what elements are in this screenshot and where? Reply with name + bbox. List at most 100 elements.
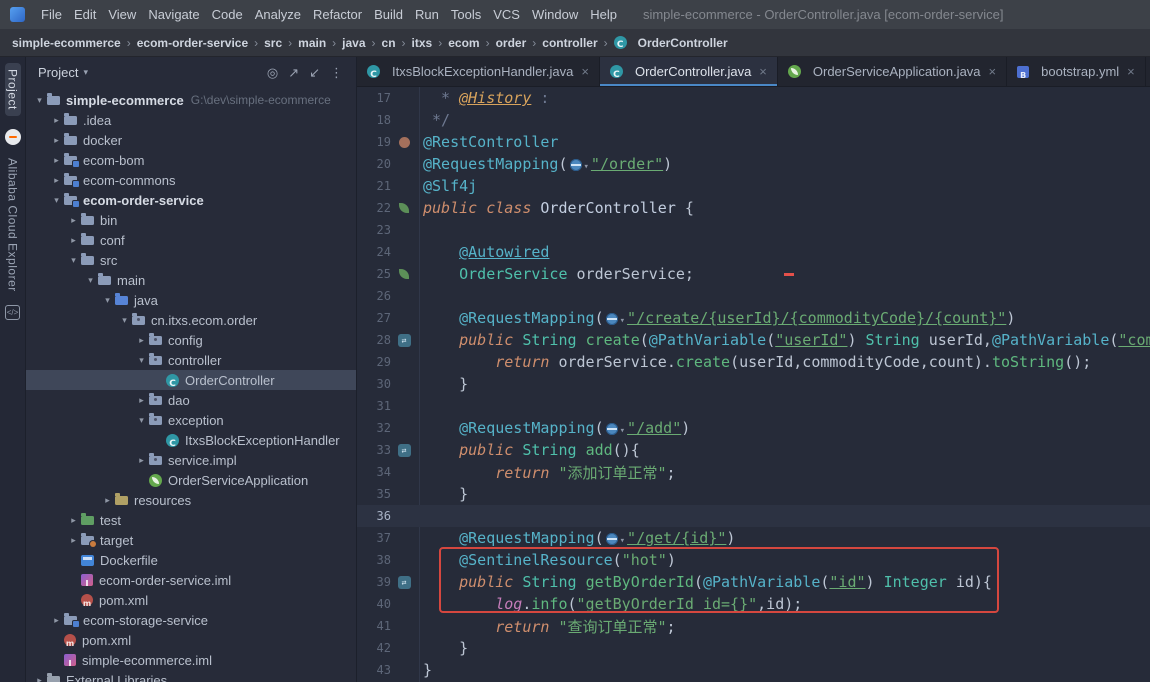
tree-item-idea[interactable]: ▸ .idea xyxy=(26,110,356,130)
tree-item-bin[interactable]: ▸ bin xyxy=(26,210,356,230)
tree-item-ordercontroller[interactable]: OrderController xyxy=(26,370,356,390)
expand-arrow-icon[interactable]: ▸ xyxy=(134,335,149,346)
breadcrumb-item-controller[interactable]: controller xyxy=(542,36,597,50)
dev-tool-icon[interactable] xyxy=(5,304,20,320)
code-line[interactable]: 29 return orderService.create(userId,com… xyxy=(357,351,1150,373)
url-inlay-icon[interactable] xyxy=(569,159,582,171)
api-gutter-icon[interactable] xyxy=(397,575,411,589)
tree-item-target[interactable]: ▸ target xyxy=(26,530,356,550)
code-line[interactable]: 41 return "查询订单正常"; xyxy=(357,615,1150,637)
tree-item-config[interactable]: ▸ config xyxy=(26,330,356,350)
expand-arrow-icon[interactable]: ▸ xyxy=(134,455,149,466)
code-line[interactable]: 36 xyxy=(357,505,1150,527)
code-line[interactable]: 43} xyxy=(357,659,1150,681)
app-icon[interactable] xyxy=(10,7,25,22)
tree-item-service-impl[interactable]: ▸ service.impl xyxy=(26,450,356,470)
code-line[interactable]: 25 OrderService orderService; xyxy=(357,263,1150,285)
tab-itxsblockexceptionhandler-java[interactable]: ItxsBlockExceptionHandler.java × xyxy=(357,57,600,86)
tree-item-simple-ecommerce-iml[interactable]: simple-ecommerce.iml xyxy=(26,650,356,670)
tree-item-java[interactable]: ▾ java xyxy=(26,290,356,310)
collapse-arrow-icon[interactable]: ▾ xyxy=(117,315,132,326)
expand-arrow-icon[interactable]: ▸ xyxy=(66,515,81,526)
menu-tools[interactable]: Tools xyxy=(445,7,487,22)
code-line[interactable]: 23 xyxy=(357,219,1150,241)
tree-item-ecom-commons[interactable]: ▸ ecom-commons xyxy=(26,170,356,190)
menu-edit[interactable]: Edit xyxy=(68,7,102,22)
api-gutter-icon[interactable] xyxy=(397,443,411,457)
tree-item-pom-xml[interactable]: pom.xml xyxy=(26,630,356,650)
menu-view[interactable]: View xyxy=(102,7,142,22)
menu-vcs[interactable]: VCS xyxy=(487,7,526,22)
tree-item-itxsblockexceptionhandler[interactable]: ItxsBlockExceptionHandler xyxy=(26,430,356,450)
tree-item-resources[interactable]: ▸ resources xyxy=(26,490,356,510)
tab-ordercontroller-java[interactable]: OrderController.java × xyxy=(599,57,778,86)
tree-item-dao[interactable]: ▸ dao xyxy=(26,390,356,410)
code-line[interactable]: 40 log.info("getByOrderId id={}",id); xyxy=(357,593,1150,615)
tree-item-external-libraries[interactable]: ▸ External Libraries xyxy=(26,670,356,682)
breadcrumb-item-ecom[interactable]: ecom xyxy=(448,36,479,50)
code-line[interactable]: 31 xyxy=(357,395,1150,417)
collapse-arrow-icon[interactable]: ▾ xyxy=(66,255,81,266)
menu-window[interactable]: Window xyxy=(526,7,584,22)
menu-analyze[interactable]: Analyze xyxy=(249,7,307,22)
tree-item-simple-ecommerce[interactable]: ▾ simple-ecommerce G:\dev\simple-ecommerce xyxy=(26,90,356,110)
menu-code[interactable]: Code xyxy=(206,7,249,22)
menu-navigate[interactable]: Navigate xyxy=(142,7,205,22)
breadcrumb-item-src[interactable]: src xyxy=(264,36,282,50)
code-line[interactable]: 38 @SentinelResource("hot") xyxy=(357,549,1150,571)
tree-item-ecom-order-service-iml[interactable]: ecom-order-service.iml xyxy=(26,570,356,590)
code-line[interactable]: 37 @RequestMapping(▾ "/get/{id}") xyxy=(357,527,1150,549)
breadcrumb-item-java[interactable]: java xyxy=(342,36,365,50)
collapse-arrow-icon[interactable]: ▾ xyxy=(49,195,64,206)
expand-arrow-icon[interactable]: ▸ xyxy=(66,215,81,226)
stripe-label-alibaba-cloud-explorer[interactable]: Alibaba Cloud Explorer xyxy=(6,158,20,292)
tree-item-main[interactable]: ▾ main xyxy=(26,270,356,290)
breadcrumb-item-ecom-order-service[interactable]: ecom-order-service xyxy=(137,36,248,50)
api-gutter-icon[interactable] xyxy=(397,333,411,347)
url-inlay-icon[interactable] xyxy=(605,313,618,325)
code-line[interactable]: 21 @Slf4j xyxy=(357,175,1150,197)
leaf-gutter-icon[interactable] xyxy=(399,269,409,279)
menu-run[interactable]: Run xyxy=(409,7,445,22)
menu-file[interactable]: File xyxy=(35,7,68,22)
collapse-arrow-icon[interactable]: ▾ xyxy=(32,95,47,106)
code-line[interactable]: 17 * @History : xyxy=(357,87,1150,109)
collapse-arrow-icon[interactable]: ▾ xyxy=(83,275,98,286)
breadcrumb-item-ordercontroller[interactable]: OrderController xyxy=(613,36,728,50)
code-line[interactable]: 20 @RequestMapping(▾ "/order") xyxy=(357,153,1150,175)
code-line[interactable]: 24 @Autowired xyxy=(357,241,1150,263)
code-line[interactable]: 30 } xyxy=(357,373,1150,395)
menu-help[interactable]: Help xyxy=(584,7,623,22)
tab-orderserviceapplication-java[interactable]: OrderServiceApplication.java × xyxy=(778,57,1008,86)
code-line[interactable]: 19 @RestController xyxy=(357,131,1150,153)
menu-refactor[interactable]: Refactor xyxy=(307,7,368,22)
tree-item-controller[interactable]: ▾ controller xyxy=(26,350,356,370)
collapse-all-icon[interactable]: ↙ xyxy=(304,65,325,80)
breadcrumb-item-order[interactable]: order xyxy=(496,36,527,50)
tree-item-ecom-storage-service[interactable]: ▸ ecom-storage-service xyxy=(26,610,356,630)
chevron-down-icon[interactable]: ▾ xyxy=(83,67,88,78)
expand-arrow-icon[interactable]: ▸ xyxy=(66,535,81,546)
code-line[interactable]: 34 return "添加订单正常"; xyxy=(357,461,1150,483)
expand-arrow-icon[interactable]: ▸ xyxy=(49,115,64,126)
collapse-arrow-icon[interactable]: ▾ xyxy=(134,415,149,426)
expand-arrow-icon[interactable]: ▸ xyxy=(32,675,47,682)
code-line[interactable]: 27 @RequestMapping(▾ "/create/{userId}/{c… xyxy=(357,307,1150,329)
code-line[interactable]: 32 @RequestMapping(▾ "/add") xyxy=(357,417,1150,439)
expand-arrow-icon[interactable]: ▸ xyxy=(49,175,64,186)
more-options-icon[interactable]: ⋮ xyxy=(325,65,348,80)
tree-item-pom-xml[interactable]: pom.xml xyxy=(26,590,356,610)
url-inlay-icon[interactable] xyxy=(605,423,618,435)
project-panel-title[interactable]: Project xyxy=(38,65,78,80)
close-tab-icon[interactable]: × xyxy=(581,64,589,79)
tree-item-cn-itxs-ecom-order[interactable]: ▾ cn.itxs.ecom.order xyxy=(26,310,356,330)
tree-item-exception[interactable]: ▾ exception xyxy=(26,410,356,430)
breadcrumb-item-itxs[interactable]: itxs xyxy=(412,36,433,50)
code-line[interactable]: 22 public class OrderController { xyxy=(357,197,1150,219)
breadcrumb-item-simple-ecommerce[interactable]: simple-ecommerce xyxy=(12,36,121,50)
tree-item-ecom-bom[interactable]: ▸ ecom-bom xyxy=(26,150,356,170)
collapse-arrow-icon[interactable]: ▾ xyxy=(134,355,149,366)
tree-item-docker[interactable]: ▸ docker xyxy=(26,130,356,150)
stripe-label-project[interactable]: Project xyxy=(4,63,21,116)
menu-build[interactable]: Build xyxy=(368,7,409,22)
